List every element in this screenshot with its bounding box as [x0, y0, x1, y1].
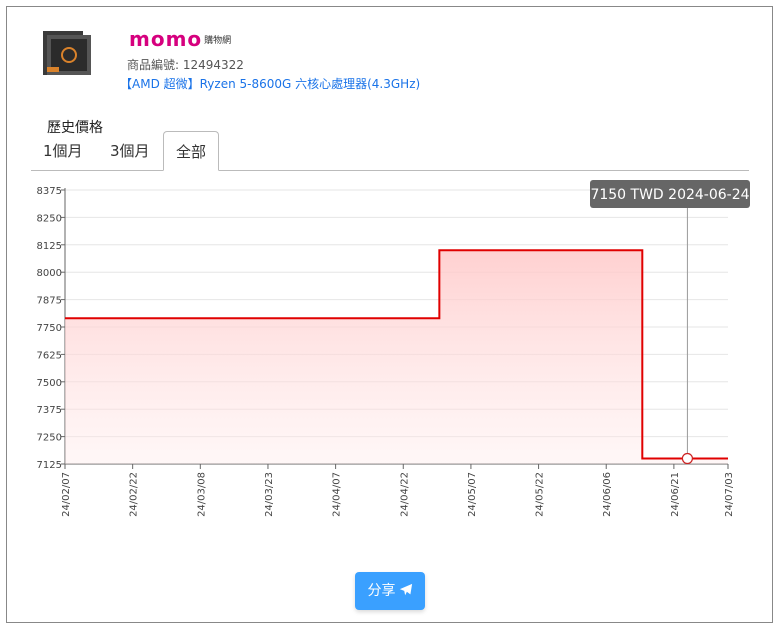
x-tick-label: 24/04/07 — [332, 472, 343, 517]
y-tick-label: 7875 — [37, 296, 62, 307]
x-tick-label: 24/02/07 — [61, 472, 72, 517]
x-tick-label: 24/07/03 — [724, 472, 735, 517]
x-tick-label: 24/04/22 — [399, 472, 410, 517]
y-tick-label: 7625 — [37, 350, 62, 361]
series-area — [65, 250, 728, 464]
paper-plane-icon — [399, 583, 412, 596]
share-label: 分享 — [367, 583, 396, 599]
y-tick-label: 7375 — [37, 405, 62, 416]
tooltip-point — [681, 452, 694, 465]
y-tick-label: 8375 — [37, 186, 62, 197]
x-tick-label: 24/06/06 — [602, 472, 613, 517]
y-tick-label: 7750 — [37, 323, 62, 334]
x-tick-label: 24/03/08 — [196, 472, 207, 517]
x-tick-label: 24/05/07 — [467, 472, 478, 517]
y-tick-label: 8250 — [37, 213, 62, 224]
x-tick-label: 24/05/22 — [535, 472, 546, 517]
y-tick-label: 7125 — [37, 460, 62, 471]
y-tick-label: 8125 — [37, 241, 62, 252]
tooltip-text: 7150 TWD 2024-06-24 — [590, 187, 749, 203]
share-button[interactable]: 分享 — [355, 572, 425, 610]
x-tick-label: 24/06/21 — [670, 472, 681, 517]
price-chart: 7125 7250 7375 7500 7625 7750 7875 8000 8125 8250… — [37, 180, 750, 517]
y-tick-label: 8000 — [37, 268, 62, 279]
y-tick-label: 7500 — [37, 378, 62, 389]
y-tick-label: 7250 — [37, 433, 62, 444]
x-tick-label: 24/03/23 — [264, 472, 275, 517]
x-tick-label: 24/02/22 — [129, 472, 140, 517]
